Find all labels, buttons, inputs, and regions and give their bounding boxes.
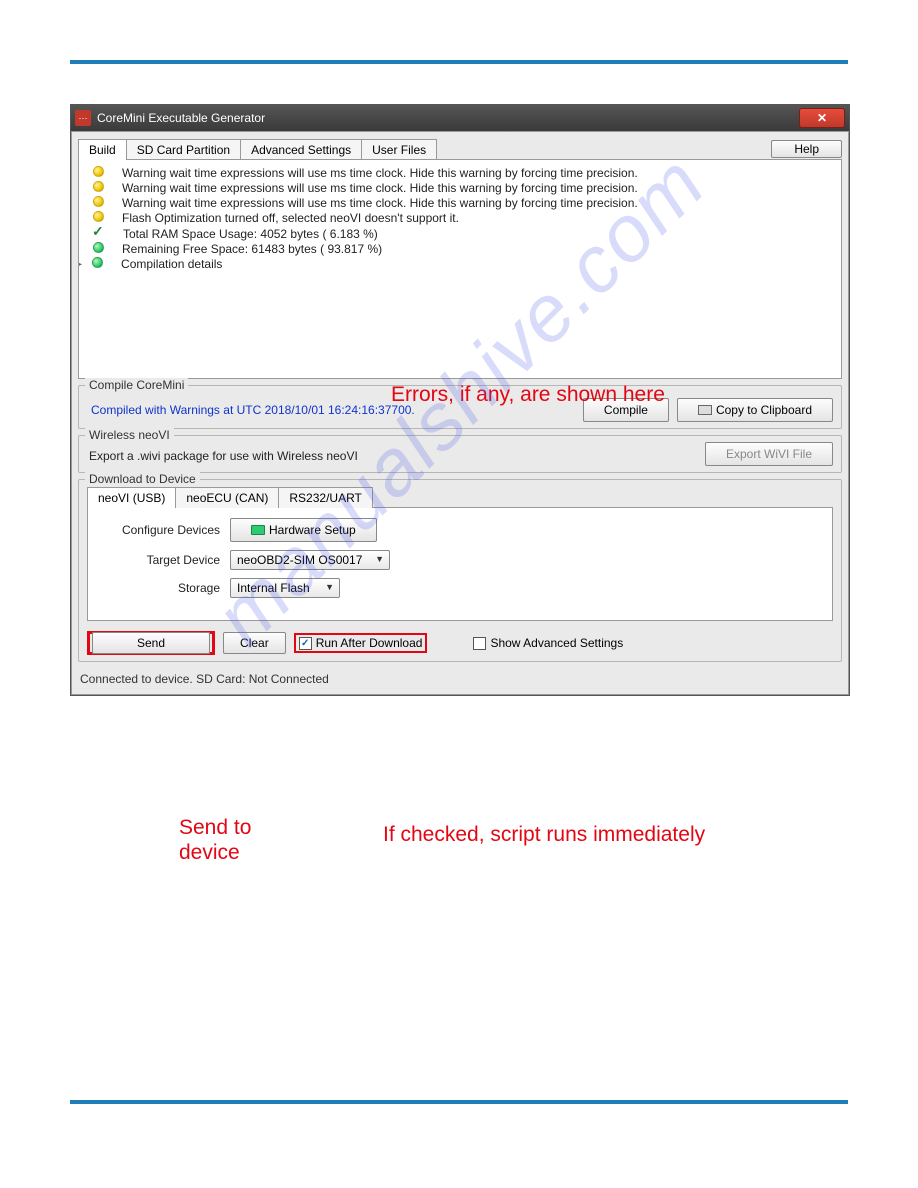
tab-advanced[interactable]: Advanced Settings [240, 139, 362, 160]
show-adv-checkbox[interactable] [473, 637, 486, 650]
log-group[interactable]: Compilation details [87, 257, 833, 271]
main-tabs: Build SD Card Partition Advanced Setting… [78, 138, 436, 159]
log-line: Warning wait time expressions will use m… [87, 196, 833, 210]
target-label: Target Device [100, 553, 220, 567]
copy-clipboard-button[interactable]: Copy to Clipboard [677, 398, 833, 422]
send-highlight: Send [87, 631, 215, 655]
compile-button[interactable]: Compile [583, 398, 669, 422]
compile-group: Compile CoreMini Compiled with Warnings … [78, 385, 842, 429]
download-body: Configure Devices Hardware Setup Target … [87, 507, 833, 621]
log-line: Warning wait time expressions will use m… [87, 166, 833, 180]
dl-tab-rs232[interactable]: RS232/UART [278, 487, 372, 508]
hardware-icon [251, 525, 265, 535]
wireless-legend: Wireless neoVI [85, 428, 174, 442]
show-adv-wrap: Show Advanced Settings [473, 636, 623, 650]
annotation-send: Send to device [179, 815, 251, 865]
send-button[interactable]: Send [92, 632, 210, 654]
tab-build[interactable]: Build [78, 139, 127, 160]
tab-userfiles[interactable]: User Files [361, 139, 437, 160]
warning-icon [93, 166, 104, 177]
status-bar: Connected to device. SD Card: Not Connec… [78, 670, 842, 688]
export-wivi-button[interactable]: Export WiVI File [705, 442, 833, 466]
window-title: CoreMini Executable Generator [97, 111, 799, 125]
wireless-group: Wireless neoVI Export a .wivi package fo… [78, 435, 842, 473]
bottom-rule [70, 1100, 848, 1104]
warning-icon [93, 211, 104, 222]
app-icon: ⋯ [75, 110, 91, 126]
top-rule [70, 60, 848, 64]
target-device-select[interactable]: neoOBD2-SIM OS0017 [230, 550, 390, 570]
dl-tab-usb[interactable]: neoVI (USB) [87, 487, 176, 508]
run-after-label: Run After Download [316, 636, 423, 650]
wireless-desc: Export a .wivi package for use with Wire… [89, 449, 697, 463]
dl-tab-can[interactable]: neoECU (CAN) [175, 487, 279, 508]
hardware-setup-button[interactable]: Hardware Setup [230, 518, 377, 542]
storage-label: Storage [100, 581, 220, 595]
tab-sdcard[interactable]: SD Card Partition [126, 139, 241, 160]
download-group: Download to Device neoVI (USB) neoECU (C… [78, 479, 842, 662]
annotation-run: If checked, script runs immediately [383, 823, 705, 847]
ok-icon [93, 242, 104, 253]
run-after-checkbox[interactable] [299, 637, 312, 650]
clear-button[interactable]: Clear [223, 632, 286, 654]
app-window: ⋯ CoreMini Executable Generator ✕ Build … [70, 104, 850, 696]
storage-select[interactable]: Internal Flash [230, 578, 340, 598]
download-legend: Download to Device [85, 472, 200, 486]
check-icon [93, 226, 105, 238]
titlebar: ⋯ CoreMini Executable Generator ✕ [71, 105, 849, 131]
download-tabs: neoVI (USB) neoECU (CAN) RS232/UART [87, 486, 833, 507]
show-adv-label: Show Advanced Settings [490, 636, 623, 650]
compile-legend: Compile CoreMini [85, 378, 188, 392]
log-line: Remaining Free Space: 61483 bytes ( 93.8… [87, 242, 833, 256]
log-line: Total RAM Space Usage: 4052 bytes ( 6.18… [87, 226, 833, 241]
compile-status: Compiled with Warnings at UTC 2018/10/01… [87, 403, 575, 417]
warning-icon [93, 196, 104, 207]
log-line: Flash Optimization turned off, selected … [87, 211, 833, 225]
configure-label: Configure Devices [100, 523, 220, 537]
close-button[interactable]: ✕ [799, 108, 845, 128]
log-pane[interactable]: Warning wait time expressions will use m… [78, 159, 842, 379]
run-after-wrap: Run After Download [294, 633, 428, 653]
warning-icon [93, 181, 104, 192]
clipboard-icon [698, 405, 712, 415]
help-button[interactable]: Help [771, 140, 842, 158]
log-line: Warning wait time expressions will use m… [87, 181, 833, 195]
ok-icon [92, 257, 103, 268]
